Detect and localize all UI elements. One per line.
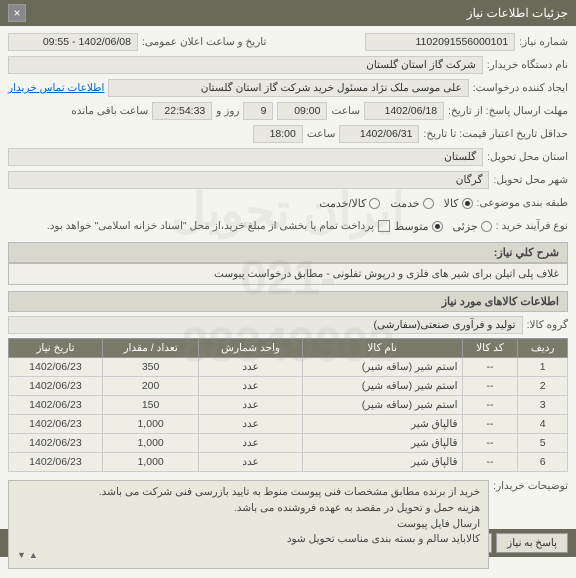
buyer-field: شرکت گاز استان گلستان xyxy=(8,56,483,74)
process-radio-group: جزئی متوسط xyxy=(394,220,492,233)
days-field: 9 xyxy=(243,102,273,120)
summary-text: غلاف پلی اتیلن برای شیر های فلزی و درپوش… xyxy=(8,263,568,285)
province-label: استان محل تحویل: xyxy=(487,151,568,163)
deadline-date: 1402/06/18 xyxy=(364,102,444,120)
announce-field: 1402/06/08 - 09:55 xyxy=(8,33,138,51)
buyer-label: نام دستگاه خریدار: xyxy=(487,59,568,71)
contact-link[interactable]: اطلاعات تماس خریدار xyxy=(8,82,104,94)
requester-label: ایجاد کننده درخواست: xyxy=(473,82,568,94)
validity-date: 1402/06/31 xyxy=(339,125,419,143)
requester-field: علی موسی ملک نژاد مسئول خرید شرکت گاز اس… xyxy=(108,79,468,97)
th-row: ردیف xyxy=(518,339,568,358)
chevron-down-icon[interactable]: ▼ xyxy=(17,550,26,560)
radio-low[interactable]: جزئی xyxy=(453,220,492,233)
table-row[interactable]: 5--قالپاق شیرعدد1,0001402/06/23 xyxy=(9,434,568,453)
category-radio-group: کالا خدمت کالا/خدمت xyxy=(319,197,472,210)
radio-service[interactable]: خدمت xyxy=(390,197,433,210)
window-title: جزئیات اطلاعات نیاز xyxy=(467,6,568,20)
group-label: گروه کالا: xyxy=(527,319,568,331)
radio-mid[interactable]: متوسط xyxy=(394,220,443,233)
pay-note: پرداخت تمام یا بخشی از مبلغ خرید،از محل … xyxy=(47,220,374,232)
radio-both[interactable]: کالا/خدمت xyxy=(319,197,380,210)
group-field: تولید و فرآوری صنعتی(سفارشی) xyxy=(8,316,523,334)
main-content: شماره نیاز: 1102091556000101 تاریخ و ساع… xyxy=(0,26,576,578)
chevron-up-icon[interactable]: ▲ xyxy=(29,550,38,560)
notes-box: خرید از برنده مطابق مشخصات فنی پیوست منو… xyxy=(8,480,489,569)
validity-time: 18:00 xyxy=(253,125,303,143)
remaining-time: 22:54:33 xyxy=(152,102,212,120)
table-row[interactable]: 1--استم شیر (ساقه شیر)عدد3501402/06/23 xyxy=(9,358,568,377)
need-no-field: 1102091556000101 xyxy=(365,33,515,51)
goods-table: ردیف کد کالا نام کالا واحد شمارش تعداد /… xyxy=(8,338,568,472)
note-line: خرید از برنده مطابق مشخصات فنی پیوست منو… xyxy=(17,485,480,501)
th-name: نام کالا xyxy=(302,339,462,358)
radio-goods[interactable]: کالا xyxy=(444,197,473,210)
goods-title: اطلاعات کالاهای مورد نیاز xyxy=(8,291,568,312)
summary-title: شرح کلي نياز: xyxy=(8,242,568,263)
city-field: گرگان xyxy=(8,171,489,189)
notes-label: توضیحات خریدار: xyxy=(493,476,568,492)
validity-label: حداقل تاریخ اعتبار قیمت: تا تاریخ: xyxy=(423,128,568,140)
th-code: کد کالا xyxy=(462,339,518,358)
province-field: گلستان xyxy=(8,148,483,166)
table-row[interactable]: 2--استم شیر (ساقه شیر)عدد2001402/06/23 xyxy=(9,377,568,396)
city-label: شهر محل تحویل: xyxy=(493,174,568,186)
table-row[interactable]: 6--قالپاق شیرعدد1,0001402/06/23 xyxy=(9,453,568,472)
table-row[interactable]: 4--قالپاق شیرعدد1,0001402/06/23 xyxy=(9,415,568,434)
window-header: جزئیات اطلاعات نیاز × xyxy=(0,0,576,26)
process-label: نوع فرآیند خرید : xyxy=(496,220,568,232)
need-no-label: شماره نیاز: xyxy=(519,36,568,48)
deadline-time: 09:00 xyxy=(277,102,327,120)
pay-checkbox[interactable] xyxy=(378,220,390,232)
announce-label: تاریخ و ساعت اعلان عمومی: xyxy=(142,36,266,48)
category-label: طبقه بندی موضوعی: xyxy=(477,197,568,209)
deadline-label: مهلت ارسال پاسخ: از تاریخ: xyxy=(448,105,568,117)
note-line: ارسال فایل پیوست xyxy=(17,517,480,533)
th-date: تاریخ نیاز xyxy=(9,339,103,358)
th-unit: واحد شمارش xyxy=(199,339,302,358)
note-line: هزینه حمل و تحویل در مقصد به عهده فروشند… xyxy=(17,501,480,517)
close-icon[interactable]: × xyxy=(8,4,26,22)
table-header-row: ردیف کد کالا نام کالا واحد شمارش تعداد /… xyxy=(9,339,568,358)
th-qty: تعداد / مقدار xyxy=(102,339,198,358)
table-row[interactable]: 3--استم شیر (ساقه شیر)عدد1501402/06/23 xyxy=(9,396,568,415)
note-line: کالاباید سالم و بسته بندی مناسب تحویل شو… xyxy=(17,532,480,548)
